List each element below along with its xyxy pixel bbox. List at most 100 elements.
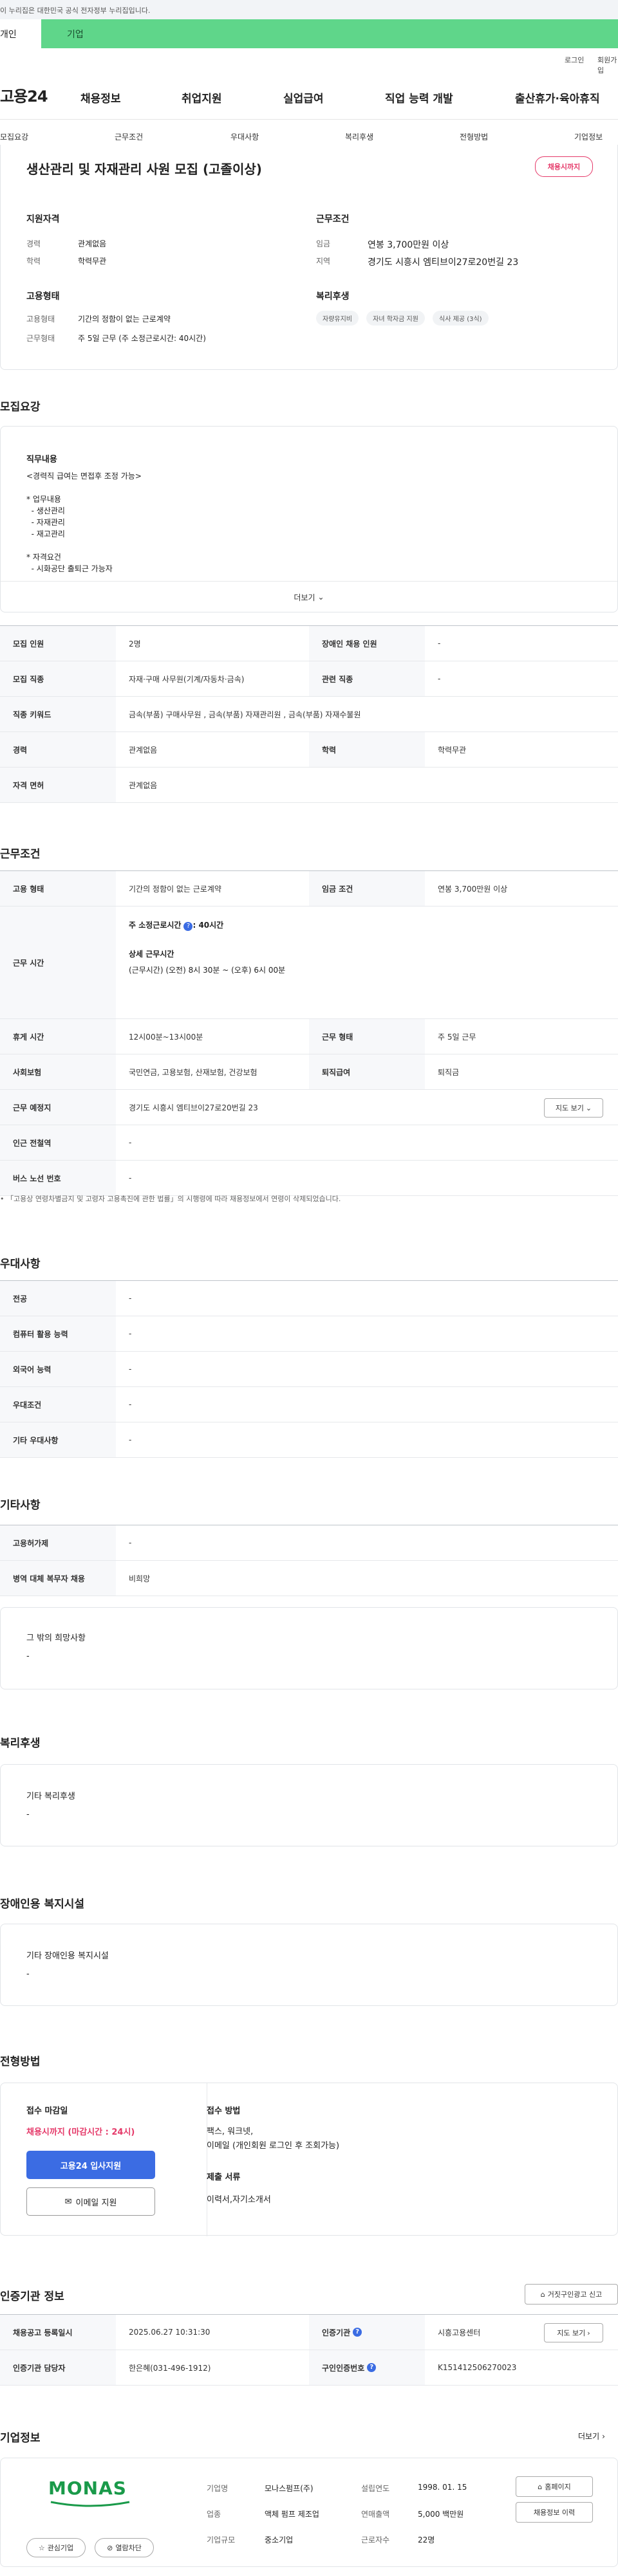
weekly-hours-label: 주 소정근로시간 <box>129 921 182 930</box>
utility-bar: 로그인 회원가입 <box>0 48 618 75</box>
tab-company[interactable]: 기업 <box>41 19 618 48</box>
table-header-text: 인증기관 <box>322 2328 351 2337</box>
table-cell: 관계없음 <box>129 745 158 755</box>
mail-icon: ✉ <box>64 2196 72 2207</box>
disabled-section-title: 장애인용 복지시설 <box>0 1898 85 1911</box>
nav-item-parental-leave[interactable]: 출산휴가·육아휴직 <box>515 89 600 106</box>
false-ad-report-button[interactable]: ⌂ 거짓구인광고 신고 <box>525 2284 618 2305</box>
detail-hours-title: 상세 근무시간 <box>129 950 174 959</box>
email-apply-button[interactable]: ✉ 이메일 지원 <box>26 2187 155 2216</box>
star-icon: ☆ <box>38 2543 45 2552</box>
chevron-down-icon: ⌄ <box>317 593 324 602</box>
login-link[interactable]: 로그인 <box>565 55 584 65</box>
table-header-cell: 관련 직종 <box>309 661 425 696</box>
subnav-welfare[interactable]: 복리후생 <box>345 131 373 142</box>
apply-button[interactable]: 고용24 입사지원 <box>26 2151 155 2179</box>
industry-label: 업종 <box>207 2510 221 2519</box>
table-cell: K151412506270023 <box>438 2363 517 2372</box>
email-apply-label: 이메일 지원 <box>75 2198 117 2208</box>
table-cell: 한은혜(031-496-1912) <box>129 2363 211 2373</box>
table-row: 직종 키워드 금속(부품) 구매사무원 , 금속(부품) 자재관리원 , 금속(… <box>0 697 618 732</box>
company-section-title: 기업정보 <box>0 2432 41 2445</box>
map-button[interactable]: 지도 보기 ⌄ <box>544 1098 603 1118</box>
subnav-apply[interactable]: 전형방법 <box>460 131 488 142</box>
table-header-cell: 임금 조건 <box>309 871 425 906</box>
welfare-box-title: 기타 복리후생 <box>26 1792 75 1801</box>
table-cell: - <box>438 639 441 648</box>
favorite-company-button[interactable]: ☆ 관심기업 <box>26 2538 86 2557</box>
table-cell: 비희망 <box>129 1574 151 1583</box>
duty-line: * 자격요건 <box>26 553 61 562</box>
company-more-link[interactable]: 더보기 › <box>578 2431 605 2442</box>
table-row: 사회보험 국민연금, 고용보험, 산재보험, 건강보험 퇴직급여 퇴직금 <box>0 1054 618 1090</box>
nav-item-unemployment[interactable]: 실업급여 <box>283 89 324 106</box>
table-cell: - <box>129 1538 132 1547</box>
more-button[interactable]: 더보기 ⌄ <box>1 581 617 612</box>
work-form-value: 주 5일 근무 (주 소정근로시간: 40시간) <box>78 334 206 343</box>
table-header-cell: 기타 우대사항 <box>0 1422 116 1457</box>
table-header-cell: 병역 대체 복무자 채용 <box>0 1561 116 1596</box>
site-logo[interactable]: 고용24 <box>0 84 48 106</box>
info-icon[interactable]: ? <box>367 2363 377 2372</box>
subnav-prefer[interactable]: 우대사항 <box>230 131 259 142</box>
table-row: 자격 면허 관계없음 <box>0 768 618 803</box>
apply-section-title: 전형방법 <box>0 2056 41 2068</box>
method-line: 팩스, 워크넷, <box>207 2127 254 2137</box>
job-history-button[interactable]: 채용정보 이력 <box>516 2502 593 2523</box>
table-cell: 기간의 정함이 없는 근로계약 <box>129 884 221 894</box>
subnav-work[interactable]: 근무조건 <box>115 131 143 142</box>
subnav-recruit[interactable]: 모집요강 <box>0 131 28 142</box>
table-cell: 금속(부품) 구매사무원 , 금속(부품) 자재관리원 , 금속(부품) 자재수… <box>129 710 361 719</box>
employment-type-label: 고용형태 <box>26 315 55 324</box>
table-row: 고용허가제 - <box>0 1525 618 1561</box>
tab-company-label: 기업 <box>67 30 84 40</box>
report-icon: ⌂ <box>540 2290 545 2299</box>
nav-item-jobs[interactable]: 채용정보 <box>80 89 121 106</box>
table-header-cell: 모집 직종 <box>0 661 116 696</box>
weekly-hours: 주 소정근로시간?: 40시간 <box>129 919 223 931</box>
table-row: 모집 직종 자재·구매 사무원(기계/자동차·금속) 관련 직종 - <box>0 661 618 697</box>
table-cell: 국민연금, 고용보험, 산재보험, 건강보험 <box>129 1067 258 1077</box>
work-table: 고용 형태 기간의 정함이 없는 근로계약 임금 조건 연봉 3,700만원 이… <box>0 870 618 1196</box>
table-cell: - <box>438 674 441 683</box>
company-more-label: 더보기 <box>578 2432 600 2441</box>
agency-table: 채용공고 등록일시 2025.06.27 10:31:30 인증기관? 시흥고용… <box>0 2314 618 2386</box>
company-name-label: 기업명 <box>207 2484 229 2493</box>
nav-item-employment-support[interactable]: 취업지원 <box>182 89 222 106</box>
disabled-box-title: 기타 장애인용 복지시설 <box>26 1951 109 1961</box>
disabled-card: 기타 장애인용 복지시설 - <box>0 1924 618 2006</box>
table-cell: 연봉 3,700만원 이상 <box>438 884 508 894</box>
employment-type-value: 기간의 정함이 없는 근로계약 <box>78 315 171 324</box>
table-cell: 관계없음 <box>129 780 158 790</box>
block-icon: ⊘ <box>107 2543 113 2552</box>
gov-banner-text: 이 누리집은 대한민국 공식 전자정부 누리집입니다. <box>0 6 151 15</box>
agency-map-button[interactable]: 지도 보기 › <box>544 2323 603 2342</box>
welfare-tag: 자녀 학자금 지원 <box>366 311 425 326</box>
homepage-button[interactable]: ⌂ 홈페이지 <box>516 2476 593 2497</box>
table-cell: 자재·구매 사무원(기계/자동차·금속) <box>129 674 245 684</box>
table-row: 인근 전철역 - <box>0 1125 618 1161</box>
tab-person-label: 개인 <box>0 30 17 40</box>
recruit-table: 모집 인원 2명 장애인 채용 인원 - 모집 직종 자재·구매 사무원(기계/… <box>0 625 618 803</box>
table-cell: - <box>129 1400 132 1409</box>
table-header-text: 구인인증번호 <box>322 2363 365 2373</box>
info-icon[interactable]: ? <box>353 2328 362 2337</box>
duty-card: 직무내용 <경력직 급여는 면접후 조정 가능> * 업무내용 - 생산관리 - … <box>0 426 618 612</box>
job-summary-card: 생산관리 및 자재관리 사원 모집 (고졸이상) 채용시까지 지원자격 경력 관… <box>0 145 618 370</box>
table-header-cell: 우대조건 <box>0 1387 116 1422</box>
disabled-box-value: - <box>26 1969 30 1979</box>
table-row: 기타 우대사항 - <box>0 1422 618 1458</box>
block-company-button[interactable]: ⊘ 열람차단 <box>95 2538 154 2557</box>
table-row: 컴퓨터 활용 능력 - <box>0 1316 618 1352</box>
method-line: 이메일 (개인회원 로그인 후 조회가능) <box>207 2141 340 2151</box>
info-icon[interactable]: ? <box>183 922 193 931</box>
career-label: 경력 <box>26 239 41 248</box>
chevron-right-icon: › <box>602 2432 605 2441</box>
nav-item-training[interactable]: 직업 능력 개발 <box>385 89 453 106</box>
method-title: 접수 방법 <box>207 2106 241 2116</box>
welfare-tag: 자량유지비 <box>316 311 359 326</box>
tab-person[interactable]: 개인 <box>0 19 41 48</box>
duty-line: - 재고관리 <box>26 529 65 538</box>
table-header-cell: 근무 예정지 <box>0 1090 116 1125</box>
subnav-company[interactable]: 기업정보 <box>574 131 603 142</box>
